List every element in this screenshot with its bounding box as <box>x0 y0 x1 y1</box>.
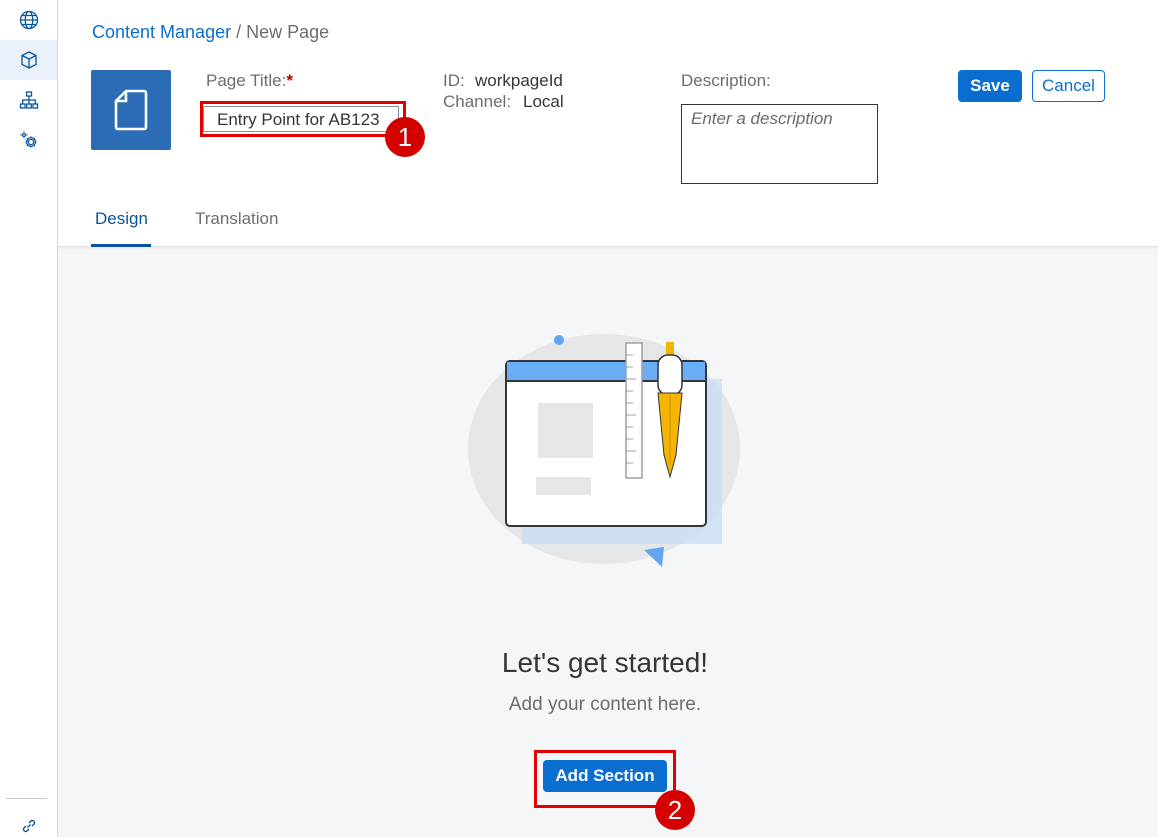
sitemap-icon <box>19 91 38 109</box>
cube-icon <box>20 51 37 69</box>
active-tab-indicator <box>91 244 151 247</box>
breadcrumb-link-content-manager[interactable]: Content Manager <box>92 22 231 42</box>
empty-state-illustration <box>468 334 740 567</box>
tab-design[interactable]: Design <box>95 209 148 229</box>
id-value: workpageId <box>475 71 563 90</box>
link-icon <box>22 819 35 833</box>
annotation-marker-2: 2 <box>655 790 695 830</box>
rail-divider <box>6 798 47 799</box>
rail-item-content-manager[interactable] <box>0 40 57 80</box>
id-label: ID: <box>443 71 465 90</box>
cancel-button[interactable]: Cancel <box>1032 70 1105 102</box>
empty-state-title: Let's get started! <box>501 647 709 678</box>
tab-translation[interactable]: Translation <box>195 209 278 229</box>
description-label: Description: <box>681 71 771 90</box>
annotation-marker-1: 1 <box>385 117 425 157</box>
rail-item-channel-manager[interactable] <box>0 80 57 120</box>
required-asterisk: * <box>286 71 293 90</box>
rail-item-links[interactable] <box>0 806 57 837</box>
globe-icon <box>19 10 38 30</box>
empty-state-subtitle: Add your content here. <box>508 694 702 715</box>
breadcrumb: Content Manager / New Page <box>92 22 329 43</box>
breadcrumb-current: New Page <box>246 22 330 42</box>
save-button[interactable]: Save <box>958 70 1022 102</box>
channel-label: Channel: <box>443 92 512 111</box>
page-title-label: Page Title:* <box>206 71 293 90</box>
rail-item-settings[interactable] <box>0 120 57 160</box>
breadcrumb-separator: / <box>231 22 247 42</box>
document-icon <box>114 89 148 131</box>
page-type-avatar <box>91 70 171 150</box>
rail-item-sites[interactable] <box>0 0 57 40</box>
gears-icon <box>20 131 36 148</box>
channel-value: Local <box>523 92 564 111</box>
annotation-highlight-add-section <box>534 750 676 808</box>
description-textarea[interactable]: Enter a description <box>681 104 878 184</box>
annotation-highlight-title <box>200 101 406 137</box>
